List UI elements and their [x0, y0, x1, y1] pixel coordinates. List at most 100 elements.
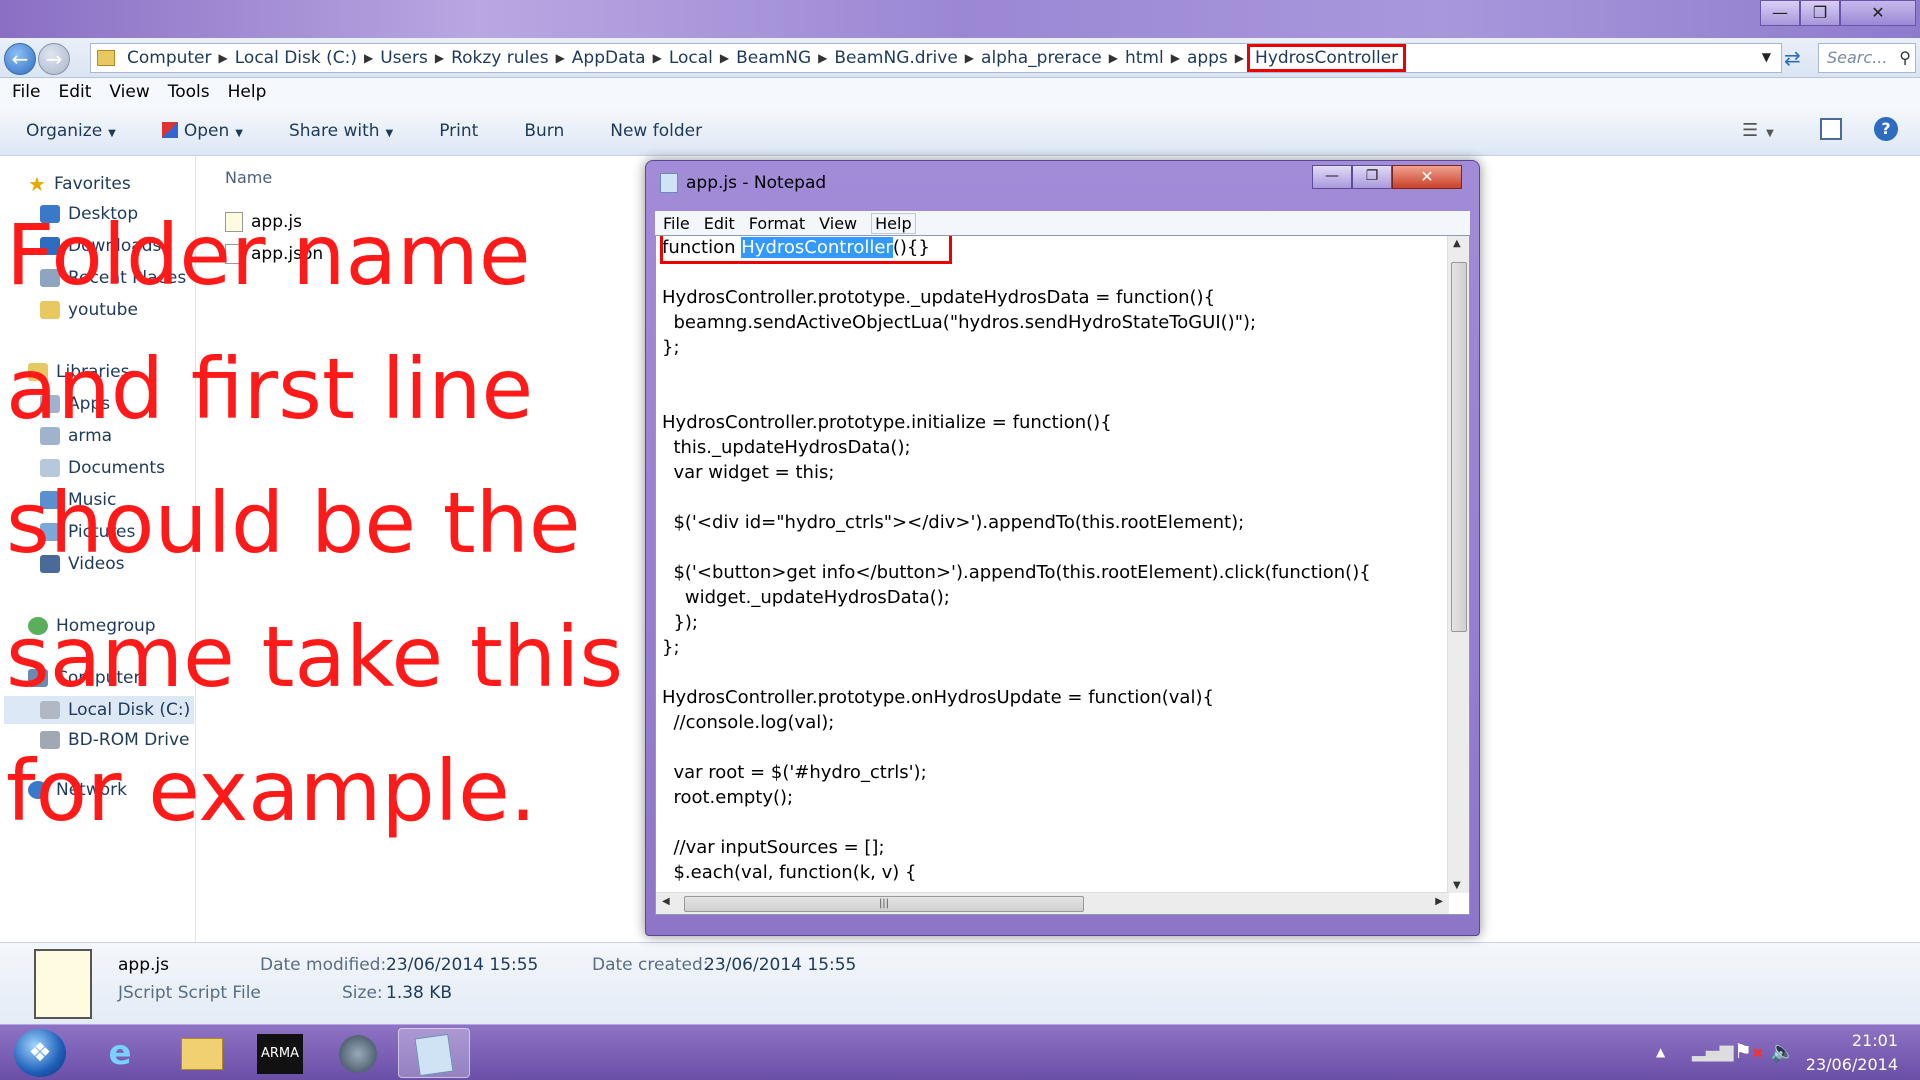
nav-desktop[interactable]: Desktop [40, 204, 138, 224]
notepad-menu-help[interactable]: Help [871, 212, 916, 234]
view-options-icon[interactable]: ☰ ▼ [1742, 120, 1774, 141]
clock-date[interactable]: 23/06/2014 [1806, 1055, 1898, 1074]
scroll-right-icon[interactable]: ▶ [1435, 896, 1443, 907]
nav-local-disk[interactable]: Local Disk (C:) [4, 696, 194, 724]
nav-bd-rom[interactable]: BD-ROM Drive ( [40, 730, 195, 750]
nav-arma[interactable]: arma [40, 426, 112, 446]
notepad-minimize-button[interactable]: — [1312, 165, 1352, 189]
print-button[interactable]: Print [439, 121, 478, 141]
chevron-right-icon[interactable]: ▶ [717, 51, 732, 65]
search-icon[interactable]: ⚲ [1899, 44, 1911, 72]
horizontal-scroll-thumb[interactable]: ||| [684, 896, 1084, 912]
share-with-button[interactable]: Share with ▼ [289, 121, 393, 141]
column-header-name[interactable]: Name [225, 168, 272, 187]
volume-icon[interactable]: 🔈 [1770, 1039, 1795, 1063]
nav-pictures[interactable]: Pictures [40, 522, 135, 542]
preview-pane-icon[interactable] [1820, 118, 1842, 140]
help-icon[interactable]: ? [1874, 117, 1898, 141]
nav-network[interactable]: Network [28, 780, 127, 800]
address-field[interactable]: Computer ▶ Local Disk (C:) ▶ Users ▶ Rokzy … [90, 43, 1782, 73]
chevron-right-icon[interactable]: ▶ [815, 51, 830, 65]
nav-homegroup[interactable]: Homegroup [28, 616, 156, 636]
chevron-right-icon[interactable]: ▶ [1232, 51, 1247, 65]
breadcrumb-apps[interactable]: apps [1183, 48, 1232, 68]
back-button[interactable]: ← [4, 43, 36, 75]
open-button[interactable]: Open ▼ [161, 121, 243, 141]
taskbar-internet-explorer[interactable]: e [84, 1028, 156, 1078]
menu-help[interactable]: Help [228, 82, 267, 102]
libraries-icon [28, 363, 48, 381]
breadcrumb-rokzy-rules[interactable]: Rokzy rules [447, 48, 552, 68]
chevron-right-icon[interactable]: ▶ [432, 51, 447, 65]
refresh-icon[interactable]: ⇄ [1784, 46, 1801, 70]
breadcrumb-alpha-prerace[interactable]: alpha_prerace [977, 48, 1106, 68]
nav-downloads[interactable]: Downloads [40, 236, 161, 256]
breadcrumb-hydroscontroller[interactable]: HydrosController [1247, 44, 1407, 72]
chevron-right-icon[interactable]: ▶ [962, 51, 977, 65]
nav-youtube[interactable]: youtube [40, 300, 138, 320]
breadcrumb-local-disk[interactable]: Local Disk (C:) [231, 48, 361, 68]
notepad-menu-edit[interactable]: Edit [704, 214, 735, 233]
breadcrumb-beamng-drive[interactable]: BeamNG.drive [830, 48, 961, 68]
chevron-right-icon[interactable]: ▶ [650, 51, 665, 65]
scroll-up-icon[interactable]: ▲ [1453, 238, 1461, 249]
clock-time[interactable]: 21:01 [1852, 1031, 1898, 1050]
breadcrumb-computer[interactable]: Computer [123, 48, 216, 68]
horizontal-scrollbar[interactable]: ◀ ||| ▶ [656, 892, 1449, 914]
search-input[interactable]: Searc... ⚲ [1818, 43, 1916, 73]
code-line: HydrosController.prototype._updateHydros… [662, 287, 1216, 308]
breadcrumb-beamng[interactable]: BeamNG [732, 48, 815, 68]
nav-libraries[interactable]: Libraries [28, 362, 129, 382]
nav-documents[interactable]: Documents [40, 458, 165, 478]
forward-button[interactable]: → [38, 43, 70, 75]
navigation-pane: ★ Favorites Desktop Downloads Recent Plac… [0, 156, 196, 942]
breadcrumb-appdata[interactable]: AppData [568, 48, 650, 68]
menu-view[interactable]: View [109, 82, 149, 102]
file-name: app.js [251, 212, 302, 232]
file-item-app-json[interactable]: app.json [225, 244, 323, 264]
taskbar-explorer[interactable] [166, 1028, 238, 1078]
breadcrumb-html[interactable]: html [1121, 48, 1168, 68]
notepad-text-area[interactable]: function HydrosController(){} HydrosCont… [655, 235, 1470, 915]
scroll-left-icon[interactable]: ◀ [662, 896, 670, 907]
chevron-right-icon[interactable]: ▶ [1106, 51, 1121, 65]
notepad-menu-file[interactable]: File [663, 214, 690, 233]
taskbar-notepad[interactable] [398, 1028, 470, 1078]
chevron-right-icon[interactable]: ▶ [1168, 51, 1183, 65]
nav-apps[interactable]: Apps [40, 394, 110, 414]
chevron-right-icon[interactable]: ▶ [361, 51, 376, 65]
show-hidden-icons-icon[interactable]: ▲ [1656, 1045, 1665, 1059]
burn-button[interactable]: Burn [524, 121, 564, 141]
vertical-scrollbar[interactable]: ▲ ▼ [1447, 236, 1469, 893]
breadcrumb-users[interactable]: Users [376, 48, 432, 68]
chevron-right-icon[interactable]: ▶ [216, 51, 231, 65]
menu-tools[interactable]: Tools [168, 82, 210, 102]
nav-videos[interactable]: Videos [40, 554, 125, 574]
file-item-app-js[interactable]: app.js [225, 212, 302, 232]
vertical-scroll-thumb[interactable] [1451, 262, 1467, 632]
notepad-close-button[interactable]: ✕ [1392, 165, 1462, 189]
notepad-maximize-button[interactable]: ❐ [1352, 165, 1392, 189]
organize-button[interactable]: Organize ▼ [26, 121, 116, 141]
notepad-menu-view[interactable]: View [819, 214, 857, 233]
nav-favorites[interactable]: ★ Favorites [28, 172, 131, 196]
scroll-down-icon[interactable]: ▼ [1453, 880, 1461, 891]
network-signal-icon[interactable]: ▂▄▆ [1692, 1041, 1734, 1062]
minimize-button[interactable]: — [1760, 0, 1800, 26]
menu-file[interactable]: File [12, 82, 40, 102]
breadcrumb-local[interactable]: Local [665, 48, 717, 68]
menu-edit[interactable]: Edit [58, 82, 91, 102]
notepad-menu-format[interactable]: Format [749, 214, 805, 233]
new-folder-button[interactable]: New folder [610, 121, 702, 141]
nav-computer[interactable]: Computer [28, 668, 141, 688]
nav-music[interactable]: Music [40, 490, 116, 510]
maximize-button[interactable]: ❐ [1800, 0, 1840, 26]
close-button[interactable]: ✕ [1840, 0, 1916, 26]
nav-recent-places[interactable]: Recent Places [40, 268, 186, 288]
address-dropdown-icon[interactable]: ▼ [1762, 50, 1771, 64]
taskbar-arma[interactable]: ARMA [244, 1028, 316, 1078]
chevron-right-icon[interactable]: ▶ [553, 51, 568, 65]
action-center-flag-icon[interactable]: ⚑✖ [1734, 1039, 1764, 1063]
start-button[interactable]: ❖ [14, 1029, 66, 1077]
taskbar-media-app[interactable] [322, 1028, 394, 1078]
